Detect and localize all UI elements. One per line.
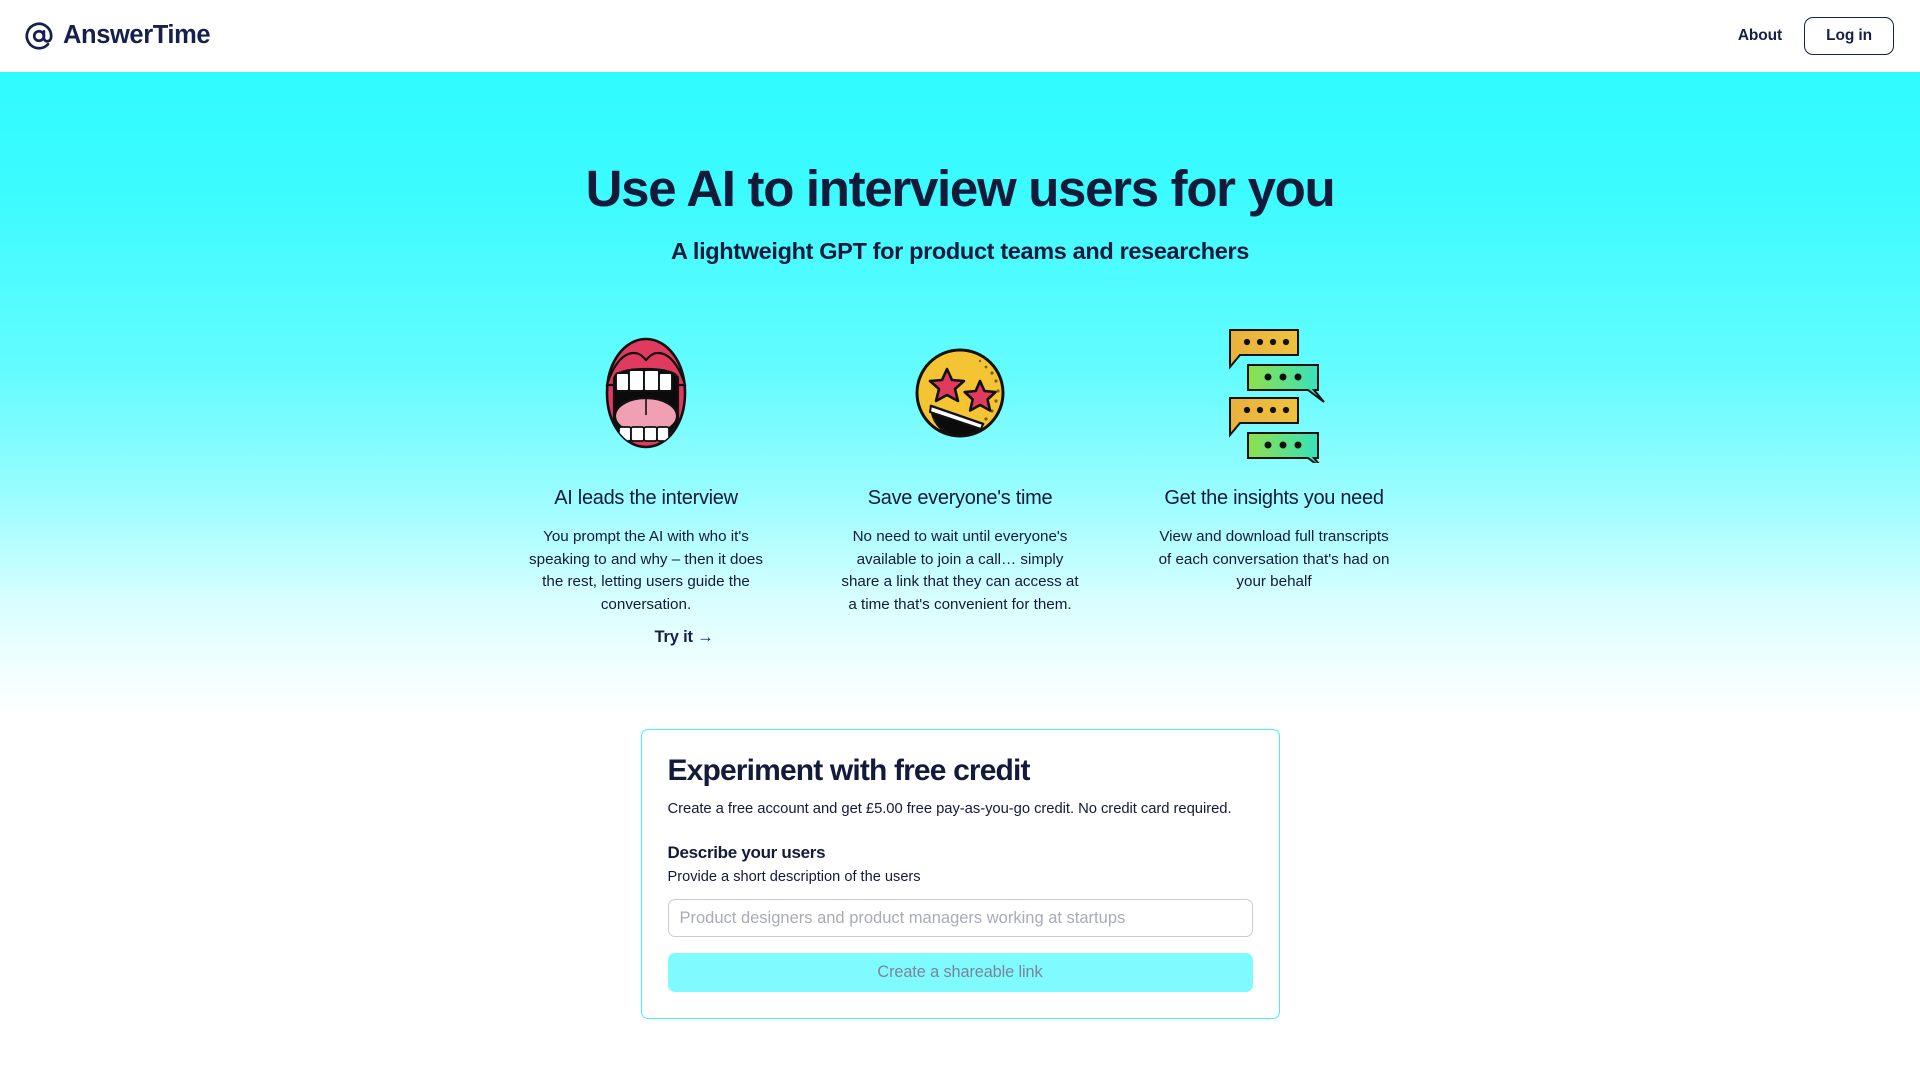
feature-body: View and download full transcripts of ea… <box>1158 528 1390 591</box>
signup-card-wrapper: Experiment with free credit Create a fre… <box>0 729 1920 1020</box>
signup-card: Experiment with free credit Create a fre… <box>640 729 1280 1020</box>
login-button[interactable]: Log in <box>1804 17 1894 55</box>
signup-card-subtitle: Create a free account and get £5.00 free… <box>667 801 1232 818</box>
feature-card: Save everyone's time No need to wait unt… <box>841 323 1079 616</box>
feature-title: Save everyone's time <box>867 487 1053 510</box>
feature-body: You prompt the AI with who it's speaking… <box>529 528 763 613</box>
signup-card-title: Experiment with free credit <box>667 754 1031 788</box>
header-nav: About Log in <box>1738 17 1894 55</box>
feature-art <box>914 323 1006 463</box>
site-header: AnswerTime About Log in <box>0 0 1920 72</box>
create-shareable-link-button[interactable]: Create a shareable link <box>667 953 1253 993</box>
feature-art <box>1222 323 1326 464</box>
page-subheadline: A lightweight GPT for product teams and … <box>670 238 1250 265</box>
describe-users-input[interactable] <box>667 899 1253 938</box>
feature-list: AI leads the interview You prompt the AI… <box>0 323 1920 616</box>
try-it-row: Try it → <box>0 628 1920 647</box>
describe-users-label: Describe your users <box>667 843 826 863</box>
brand-name: AnswerTime <box>63 21 211 50</box>
page-headline: Use AI to interview users for you <box>585 160 1336 217</box>
feature-title: AI leads the interview <box>554 487 738 510</box>
open-mouth-emoji-icon <box>605 337 687 449</box>
feature-card: Get the insights you need View and downl… <box>1155 323 1393 616</box>
describe-users-hint: Provide a short description of the users <box>667 869 921 886</box>
feature-body: No need to wait until everyone's availab… <box>841 528 1079 613</box>
brand-logo[interactable]: AnswerTime <box>24 21 211 51</box>
feature-card: AI leads the interview You prompt the AI… <box>527 323 765 616</box>
feature-title: Get the insights you need <box>1164 487 1384 510</box>
feature-art <box>592 323 700 463</box>
star-struck-emoji-icon <box>915 348 1005 438</box>
nav-link-about[interactable]: About <box>1738 27 1782 45</box>
speech-bubbles-icon <box>1229 329 1325 464</box>
at-circle-logo-icon <box>25 22 53 50</box>
try-it-link[interactable]: Try it → <box>565 628 803 647</box>
hero-section: Use AI to interview users for you A ligh… <box>0 72 1920 1080</box>
